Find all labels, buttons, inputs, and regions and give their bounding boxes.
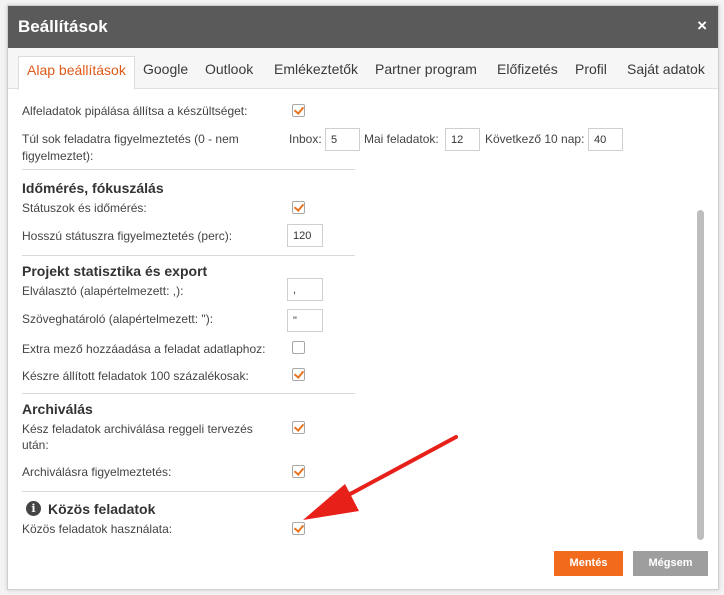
text-qualifier-label: Szöveghatároló (alapértelmezett: "): xyxy=(22,312,214,326)
tab-bar: Alap beállítások Google Outlook Emlékezt… xyxy=(8,48,718,90)
cancel-button[interactable]: Mégsem xyxy=(633,551,708,576)
status-time-checkbox[interactable] xyxy=(292,201,305,214)
shared-tasks-label: Közös feladatok használata: xyxy=(22,522,173,536)
today-tasks-input[interactable]: 12 xyxy=(445,128,480,151)
close-icon[interactable]: × xyxy=(697,16,707,36)
dialog-titlebar: Beállítások × xyxy=(8,6,718,48)
subtask-progress-checkbox[interactable] xyxy=(292,104,305,117)
tab-subscription[interactable]: Előfizetés xyxy=(497,61,558,77)
inbox-label: Inbox: xyxy=(289,132,322,146)
shared-tasks-heading: Közös feladatok xyxy=(48,501,156,517)
subtask-progress-label: Alfeladatok pipálása állítsa a készültsé… xyxy=(22,104,248,118)
archive-warning-checkbox[interactable] xyxy=(292,465,305,478)
settings-dialog: Beállítások × Alap beállítások Google Ou… xyxy=(7,5,719,590)
project-export-heading: Projekt statisztika és export xyxy=(22,263,208,279)
section-divider xyxy=(22,169,355,170)
separator-input[interactable]: , xyxy=(287,278,323,301)
tab-partner-program[interactable]: Partner program xyxy=(375,61,477,77)
save-button[interactable]: Mentés xyxy=(554,551,623,576)
extra-field-checkbox[interactable] xyxy=(292,341,305,354)
inbox-limit-input[interactable]: 5 xyxy=(325,128,360,151)
dialog-title: Beállítások xyxy=(18,17,108,36)
status-time-label: Státuszok és időmérés: xyxy=(22,201,147,215)
section-divider xyxy=(22,255,355,256)
archive-morning-checkbox[interactable] xyxy=(292,421,305,434)
time-tracking-heading: Időmérés, fókuszálás xyxy=(22,180,164,196)
tab-basic-settings[interactable]: Alap beállítások xyxy=(18,56,135,90)
next-10-days-label: Következő 10 nap: xyxy=(485,132,585,146)
today-tasks-label: Mai feladatok: xyxy=(364,132,439,146)
extra-field-label: Extra mező hozzáadása a feladat adatlaph… xyxy=(22,342,266,356)
tab-google[interactable]: Google xyxy=(143,61,188,77)
tab-own-data[interactable]: Saját adatok xyxy=(627,61,705,77)
archive-morning-label-line2: után: xyxy=(22,438,49,452)
archive-warning-label: Archiválásra figyelmeztetés: xyxy=(22,465,172,479)
info-icon: i xyxy=(26,501,41,516)
section-divider xyxy=(22,393,355,394)
separator-label: Elválasztó (alapértelmezett: ,): xyxy=(22,284,184,298)
tab-reminders[interactable]: Emlékeztetők xyxy=(274,61,358,77)
next-10-days-input[interactable]: 40 xyxy=(588,128,623,151)
text-qualifier-input[interactable]: " xyxy=(287,309,323,332)
too-many-tasks-label-line2: figyelmeztet): xyxy=(22,149,94,163)
long-status-label: Hosszú státuszra figyelmeztetés (perc): xyxy=(22,229,233,243)
section-divider xyxy=(22,491,355,492)
archive-heading: Archiválás xyxy=(22,401,93,417)
content-scrollbar[interactable] xyxy=(697,210,704,540)
long-status-input[interactable]: 120 xyxy=(287,224,323,247)
too-many-tasks-label: Túl sok feladatra figyelmeztetés (0 - ne… xyxy=(22,132,239,146)
archive-morning-label: Kész feladatok archiválása reggeli terve… xyxy=(22,422,253,436)
done-100-checkbox[interactable] xyxy=(292,368,305,381)
done-100-label: Készre állított feladatok 100 százalékos… xyxy=(22,369,249,383)
tab-outlook[interactable]: Outlook xyxy=(205,61,253,77)
shared-tasks-checkbox[interactable] xyxy=(292,522,305,535)
settings-content: Alfeladatok pipálása állítsa a készültsé… xyxy=(8,90,718,546)
tab-profile[interactable]: Profil xyxy=(575,61,607,77)
